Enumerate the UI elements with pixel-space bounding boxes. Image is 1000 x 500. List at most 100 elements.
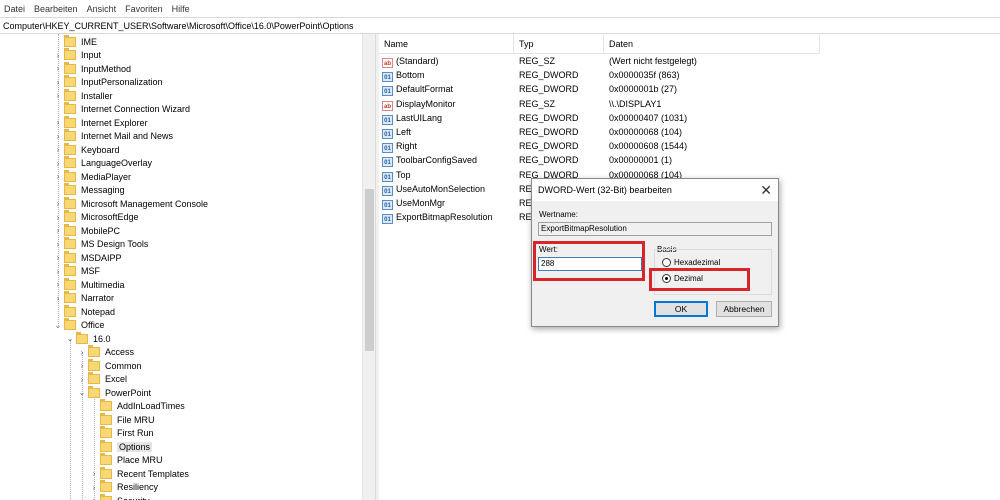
value-row[interactable]: ab DisplayMonitor REG_SZ \\.\DISPLAY1: [379, 97, 820, 111]
tree-item[interactable]: › MS Design Tools: [52, 237, 148, 252]
tree-item[interactable]: › MSDAIPP: [52, 250, 122, 265]
menu-hilfe[interactable]: Hilfe: [172, 4, 190, 14]
chevron-right-icon[interactable]: ›: [52, 253, 64, 262]
chevron-right-icon[interactable]: ›: [88, 496, 100, 500]
value-row[interactable]: 01 Bottom REG_DWORD 0x0000035f (863): [379, 68, 820, 83]
chevron-right-icon[interactable]: ›: [52, 280, 64, 289]
value-name-cell: 01 DefaultFormat: [382, 82, 453, 97]
value-name-cell: 01 Left: [382, 125, 411, 139]
value-name-text: (Standard): [396, 56, 439, 66]
chevron-down-icon[interactable]: ⌄: [52, 321, 64, 330]
tree-item[interactable]: › InputPersonalization: [52, 75, 163, 90]
binary-value-icon: 01: [382, 143, 393, 154]
tree-scrollbar[interactable]: [362, 34, 375, 500]
binary-value-icon: 01: [382, 72, 393, 83]
chevron-right-icon[interactable]: ›: [52, 240, 64, 249]
value-row[interactable]: ab (Standard) REG_SZ (Wert nicht festgelegt…: [379, 54, 820, 68]
tree-item[interactable]: › MicrosoftEdge: [52, 210, 139, 225]
value-type-cell: REG_SZ: [519, 98, 556, 109]
tree-item[interactable]: AddInLoadTimes: [88, 399, 185, 414]
tree-item[interactable]: › MediaPlayer: [52, 169, 131, 184]
binary-value-icon: 01: [382, 129, 393, 139]
value-row[interactable]: 01 Right REG_DWORD 0x00000608 (1544): [379, 139, 820, 154]
tree-item[interactable]: › Microsoft Management Console: [52, 196, 208, 211]
chevron-right-icon[interactable]: ›: [52, 172, 64, 181]
value-row[interactable]: 01 DefaultFormat REG_DWORD 0x0000001b (27): [379, 82, 820, 97]
column-type[interactable]: Typ: [514, 34, 604, 54]
tree-item[interactable]: › Narrator: [52, 291, 114, 306]
column-name[interactable]: Name: [379, 34, 514, 54]
column-data[interactable]: Daten: [604, 34, 820, 54]
value-row[interactable]: 01 Left REG_DWORD 0x00000068 (104): [379, 125, 820, 139]
chevron-down-icon[interactable]: ⌄: [64, 334, 76, 343]
chevron-right-icon[interactable]: ›: [52, 267, 64, 276]
tree-item[interactable]: IME: [52, 34, 97, 49]
tree-item[interactable]: › Excel: [76, 372, 127, 387]
tree-item[interactable]: › LanguageOverlay: [52, 156, 152, 171]
tree-item[interactable]: › Internet Explorer: [52, 115, 148, 130]
close-icon[interactable]: ✕: [760, 181, 772, 199]
tree-item[interactable]: Notepad: [52, 304, 115, 319]
cancel-button[interactable]: Abbrechen: [716, 301, 772, 317]
chevron-right-icon[interactable]: ›: [52, 294, 64, 303]
tree-item-label: Common: [105, 360, 142, 371]
chevron-right-icon[interactable]: ›: [52, 199, 64, 208]
menu-favoriten[interactable]: Favoriten: [125, 4, 163, 14]
dialog-titlebar[interactable]: DWORD-Wert (32-Bit) bearbeiten ✕: [532, 179, 778, 201]
tree-item[interactable]: › Multimedia: [52, 277, 125, 292]
chevron-down-icon[interactable]: ⌄: [76, 388, 88, 397]
chevron-right-icon[interactable]: ›: [88, 483, 100, 492]
tree-item[interactable]: Place MRU: [88, 453, 163, 468]
chevron-right-icon[interactable]: ›: [76, 375, 88, 384]
chevron-right-icon[interactable]: ›: [88, 469, 100, 478]
tree-item-label: 16.0: [93, 333, 111, 344]
tree-item[interactable]: › Internet Mail and News: [52, 129, 173, 144]
chevron-right-icon[interactable]: ›: [76, 361, 88, 370]
tree-item[interactable]: › InputMethod: [52, 61, 131, 76]
chevron-right-icon[interactable]: ›: [76, 348, 88, 357]
chevron-right-icon[interactable]: ›: [52, 213, 64, 222]
chevron-right-icon[interactable]: ›: [52, 78, 64, 87]
tree-item[interactable]: › Recent Templates: [88, 466, 189, 481]
tree-item[interactable]: › Security: [88, 493, 150, 500]
tree-item[interactable]: › MSF: [52, 264, 100, 279]
ok-button[interactable]: OK: [654, 301, 708, 317]
value-row[interactable]: 01 LastUILang REG_DWORD 0x00000407 (1031): [379, 111, 820, 125]
folder-icon: [64, 48, 76, 61]
chevron-right-icon[interactable]: ›: [52, 64, 64, 73]
chevron-right-icon[interactable]: ›: [52, 51, 64, 60]
radio-hexadecimal[interactable]: Hexadezimal: [662, 258, 720, 267]
tree-item[interactable]: › Common: [76, 358, 142, 373]
tree-item[interactable]: ⌄ 16.0: [64, 331, 111, 346]
tree-item[interactable]: › MobilePC: [52, 223, 120, 238]
menu-bearbeiten[interactable]: Bearbeiten: [34, 4, 78, 14]
chevron-right-icon[interactable]: ›: [52, 145, 64, 154]
tree-item[interactable]: › Access: [76, 345, 134, 360]
tree-item[interactable]: › Resiliency: [88, 480, 158, 495]
address-bar[interactable]: Computer\HKEY_CURRENT_USER\Software\Micr…: [0, 17, 1000, 34]
tree-item-label: Recent Templates: [117, 468, 189, 479]
folder-icon: [88, 385, 100, 398]
chevron-right-icon[interactable]: ›: [52, 132, 64, 141]
chevron-right-icon[interactable]: ›: [52, 118, 64, 127]
tree-item[interactable]: File MRU: [88, 412, 155, 427]
tree-item[interactable]: › Installer: [52, 88, 113, 103]
radio-hex-circle[interactable]: [662, 258, 671, 267]
menu-ansicht[interactable]: Ansicht: [87, 4, 117, 14]
chevron-right-icon[interactable]: ›: [52, 226, 64, 235]
chevron-right-icon[interactable]: ›: [52, 159, 64, 168]
value-row[interactable]: 01 ToolbarConfigSaved REG_DWORD 0x00000001 …: [379, 153, 820, 168]
tree-item[interactable]: Messaging: [52, 183, 125, 198]
tree-item[interactable]: Options: [88, 439, 153, 454]
tree-item-label: InputPersonalization: [81, 77, 163, 88]
chevron-right-icon[interactable]: ›: [52, 91, 64, 100]
menu-datei[interactable]: Datei: [4, 4, 25, 14]
tree-item[interactable]: › Input: [52, 48, 101, 63]
tree-item[interactable]: ⌄ PowerPoint: [76, 385, 151, 400]
tree-item[interactable]: Internet Connection Wizard: [52, 102, 190, 117]
tree-item[interactable]: › Keyboard: [52, 142, 120, 157]
tree-scrollbar-thumb[interactable]: [365, 189, 374, 351]
tree-item[interactable]: First Run: [88, 426, 154, 441]
tree-item[interactable]: ⌄ Office: [52, 318, 104, 333]
folder-icon: [88, 358, 100, 371]
